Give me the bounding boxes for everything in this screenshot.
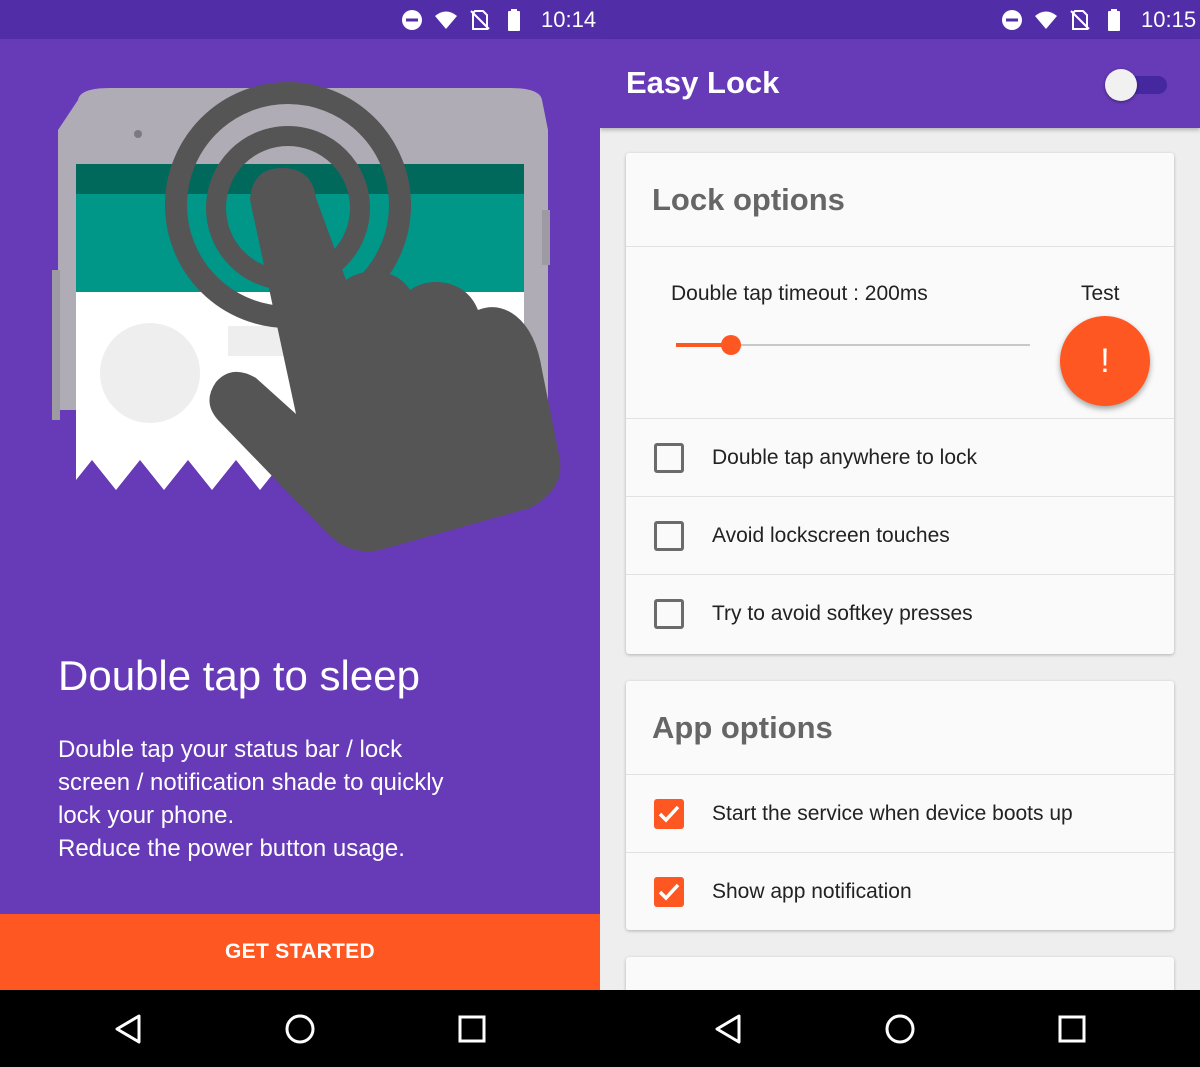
status-icons: 10:14 <box>395 0 596 39</box>
navigation-bar <box>0 990 1200 1067</box>
option-label: Avoid lockscreen touches <box>712 523 950 547</box>
checkbox-avoid-softkey-presses[interactable] <box>654 599 684 629</box>
switch-thumb <box>1105 69 1137 101</box>
timeout-slider[interactable] <box>676 335 1030 355</box>
list-item[interactable]: Start the service when device boots up <box>626 775 1174 853</box>
checkbox-show-notification[interactable] <box>654 877 684 907</box>
intro-desc-line: lock your phone. <box>58 802 235 829</box>
app-title: Easy Lock <box>626 65 780 100</box>
status-bar: 10:15 <box>600 0 1200 39</box>
app-bar: Easy Lock <box>600 39 1200 128</box>
option-label: Double tap anywhere to lock <box>712 445 977 469</box>
service-toggle-switch[interactable] <box>1105 69 1167 101</box>
timeout-setting: Double tap timeout : 200ms Test ! <box>626 247 1174 419</box>
back-icon[interactable] <box>707 1008 749 1050</box>
next-card-partial <box>626 957 1174 990</box>
recents-icon[interactable] <box>451 1008 493 1050</box>
status-icons: 10:15 <box>995 0 1196 39</box>
home-icon[interactable] <box>879 1008 921 1050</box>
list-item[interactable]: Avoid lockscreen touches <box>626 497 1174 575</box>
checkbox-start-on-boot[interactable] <box>654 798 684 829</box>
nav-buttons-right <box>600 990 1200 1067</box>
test-button[interactable]: ! <box>1060 316 1150 406</box>
checkbox-avoid-lockscreen-touches[interactable] <box>654 520 684 551</box>
do-not-disturb-icon <box>402 9 422 30</box>
battery-icon <box>1108 8 1120 31</box>
recents-icon[interactable] <box>1051 1008 1093 1050</box>
battery-icon <box>508 8 520 31</box>
clock: 10:14 <box>541 6 597 32</box>
intro-desc-line: Double tap your status bar / lock <box>58 736 403 763</box>
slider-thumb[interactable] <box>720 335 741 355</box>
list-item[interactable]: Show app notification <box>626 853 1174 930</box>
no-sim-icon <box>470 9 490 30</box>
back-icon[interactable] <box>107 1008 149 1050</box>
intro-description: Double tap your status bar / lock screen… <box>58 733 518 865</box>
do-not-disturb-icon <box>1002 9 1022 30</box>
lock-options-list: Double tap anywhere to lock Avoid locksc… <box>626 419 1174 653</box>
clock: 10:15 <box>1141 6 1197 32</box>
list-item[interactable]: Double tap anywhere to lock <box>626 419 1174 497</box>
nav-buttons-left <box>0 990 600 1067</box>
option-label: Try to avoid softkey presses <box>712 602 973 625</box>
double-tap-illustration <box>52 82 561 552</box>
intro-screen: 10:14 Double tap to sleep Double tap you… <box>0 0 600 990</box>
intro-desc-line: Reduce the power button usage. <box>58 835 405 862</box>
status-bar: 10:14 <box>0 0 600 39</box>
timeout-label: Double tap timeout : 200ms <box>671 282 928 305</box>
list-item[interactable]: Try to avoid softkey presses <box>626 575 1174 653</box>
home-icon[interactable] <box>279 1008 321 1050</box>
card-title: Lock options <box>626 153 1174 247</box>
lock-options-card: Lock options Double tap timeout : 200ms … <box>626 153 1174 654</box>
intro-title: Double tap to sleep <box>58 652 420 699</box>
option-label: Show app notification <box>712 880 912 903</box>
no-sim-icon <box>1070 9 1090 30</box>
option-label: Start the service when device boots up <box>712 801 1073 825</box>
test-label: Test <box>1081 282 1120 305</box>
card-title: App options <box>626 681 1174 775</box>
intro-desc-line: screen / notification shade to quickly <box>58 769 444 796</box>
wifi-icon <box>435 11 457 29</box>
get-started-button[interactable]: GET STARTED <box>0 914 600 990</box>
settings-screen: 10:15 Easy Lock Lock options Double tap … <box>600 0 1200 990</box>
app-options-card: App options Start the service when devic… <box>626 681 1174 930</box>
checkbox-double-tap-anywhere[interactable] <box>654 442 684 473</box>
wifi-icon <box>1035 11 1057 29</box>
